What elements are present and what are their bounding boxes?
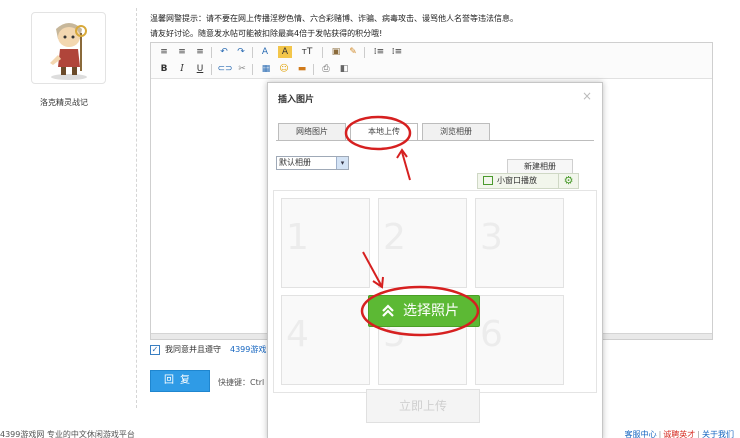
toolbar-separator bbox=[313, 64, 314, 75]
avatar-image bbox=[50, 23, 87, 80]
tab-browse-album[interactable]: 浏览相册 bbox=[422, 123, 490, 141]
slot-number: 4 bbox=[286, 314, 309, 355]
tab-underline bbox=[276, 140, 594, 141]
tab-web-image[interactable]: 网络图片 bbox=[278, 123, 346, 141]
redo-icon[interactable]: ↷ bbox=[234, 46, 248, 58]
reply-button[interactable]: 回复 bbox=[150, 370, 210, 392]
footer-link-service[interactable]: 客服中心 bbox=[625, 430, 657, 438]
footer-text: 4399游戏网 专业的中文休闲游戏平台 bbox=[0, 430, 135, 438]
agree-link[interactable]: 4399游戏 bbox=[230, 344, 266, 355]
table-icon[interactable]: ▦ bbox=[259, 63, 273, 75]
toolbar-separator bbox=[211, 64, 212, 75]
font-color-icon[interactable]: A bbox=[258, 46, 272, 58]
undo-icon[interactable]: ↶ bbox=[217, 46, 231, 58]
select-photo-button[interactable]: 选择照片 bbox=[368, 295, 480, 327]
shortcut-hint: 快捷键：Ctrl bbox=[218, 378, 265, 387]
album-select-value: 默认相册 bbox=[279, 158, 311, 167]
insert-image-icon[interactable]: ▬ bbox=[295, 63, 309, 75]
photo-slot: 3 bbox=[475, 198, 564, 288]
notice-line-2: 请友好讨论。随意发水帖可能被扣除最高4倍于发帖获得的积分哦! bbox=[150, 29, 383, 38]
slot-number: 6 bbox=[480, 314, 503, 355]
format-brush-icon[interactable]: ✎ bbox=[346, 46, 360, 58]
footer-link-about[interactable]: 关于我们 bbox=[702, 430, 734, 438]
photo-grid: 1 2 3 4 5 6 bbox=[273, 190, 597, 393]
photo-slot: 4 bbox=[281, 295, 370, 385]
tab-local-upload[interactable]: 本地上传 bbox=[350, 123, 418, 141]
popout-button[interactable]: 小窗口播放 bbox=[497, 174, 537, 188]
popout-toolbar: 小窗口播放 ⚙ bbox=[477, 173, 579, 189]
source-icon[interactable]: ◧ bbox=[337, 63, 351, 75]
link-icon[interactable]: ⊂⊃ bbox=[217, 63, 233, 75]
upload-now-button[interactable]: 立即上传 bbox=[366, 389, 480, 423]
ordered-list-icon[interactable]: ⁞≡ bbox=[372, 46, 386, 58]
dialog-title: 插入图片 bbox=[278, 95, 315, 105]
avatar bbox=[31, 12, 106, 84]
notice-line-1: 温馨网警提示：请不要在网上传播淫秽色情、六合彩赌博、诈骗、病毒攻击、谩骂他人名誉… bbox=[150, 14, 518, 23]
emoji-icon[interactable]: ☺ bbox=[277, 63, 291, 75]
unordered-list-icon[interactable]: ⁞≡ bbox=[390, 46, 404, 58]
close-icon[interactable]: × bbox=[582, 89, 592, 103]
footer-links: 客服中心 | 诚聘英才 | 关于我们 bbox=[624, 430, 734, 438]
agree-checkbox[interactable]: ✓ bbox=[150, 345, 160, 355]
select-photo-label: 选择照片 bbox=[403, 303, 459, 319]
underline-icon[interactable]: U bbox=[193, 63, 207, 75]
toolbar-separator bbox=[364, 47, 365, 58]
font-size-icon[interactable]: тT bbox=[298, 46, 316, 58]
slot-number: 3 bbox=[480, 217, 503, 258]
chevron-down-icon: ▾ bbox=[336, 157, 348, 169]
toolbar-separator bbox=[252, 47, 253, 58]
highlight-color-icon[interactable]: A bbox=[278, 46, 292, 58]
align-right-icon[interactable]: ≡ bbox=[193, 46, 207, 58]
window-icon bbox=[483, 176, 493, 185]
slot-number: 2 bbox=[383, 217, 406, 258]
photo-slot: 6 bbox=[475, 295, 564, 385]
gear-icon[interactable]: ⚙ bbox=[558, 174, 578, 188]
photo-slot: 1 bbox=[281, 198, 370, 288]
double-chevron-up-icon bbox=[382, 304, 394, 317]
align-left-icon[interactable]: ≡ bbox=[157, 46, 171, 58]
toolbar-separator bbox=[211, 47, 212, 58]
photo-slot: 2 bbox=[378, 198, 467, 288]
username[interactable]: 洛克精灵战记 bbox=[40, 97, 88, 108]
agree-text: 我同意并且遵守 bbox=[165, 345, 221, 354]
bold-icon[interactable]: B bbox=[157, 63, 171, 75]
preview-icon[interactable]: ⎙ bbox=[319, 63, 333, 75]
unlink-icon[interactable]: ✂ bbox=[235, 63, 249, 75]
slot-number: 1 bbox=[286, 217, 309, 258]
footer-link-jobs[interactable]: 诚聘英才 bbox=[663, 430, 695, 438]
toolbar-separator bbox=[322, 47, 323, 58]
album-select[interactable]: 默认相册 ▾ bbox=[276, 156, 349, 170]
column-divider bbox=[136, 8, 137, 408]
insert-image-dialog: 插入图片 × 网络图片 本地上传 浏览相册 默认相册 ▾ 新建相册 小窗口播放 … bbox=[267, 82, 603, 438]
paste-icon[interactable]: ▣ bbox=[329, 46, 343, 58]
italic-icon[interactable]: I bbox=[175, 63, 189, 75]
toolbar-separator bbox=[252, 64, 253, 75]
align-center-icon[interactable]: ≡ bbox=[175, 46, 189, 58]
editor-toolbar: ≡ ≡ ≡ ↶ ↷ A A тT ▣ ✎ ⁞≡ ⁞≡ B I U ⊂⊃ ✂ ▦ … bbox=[151, 43, 712, 79]
